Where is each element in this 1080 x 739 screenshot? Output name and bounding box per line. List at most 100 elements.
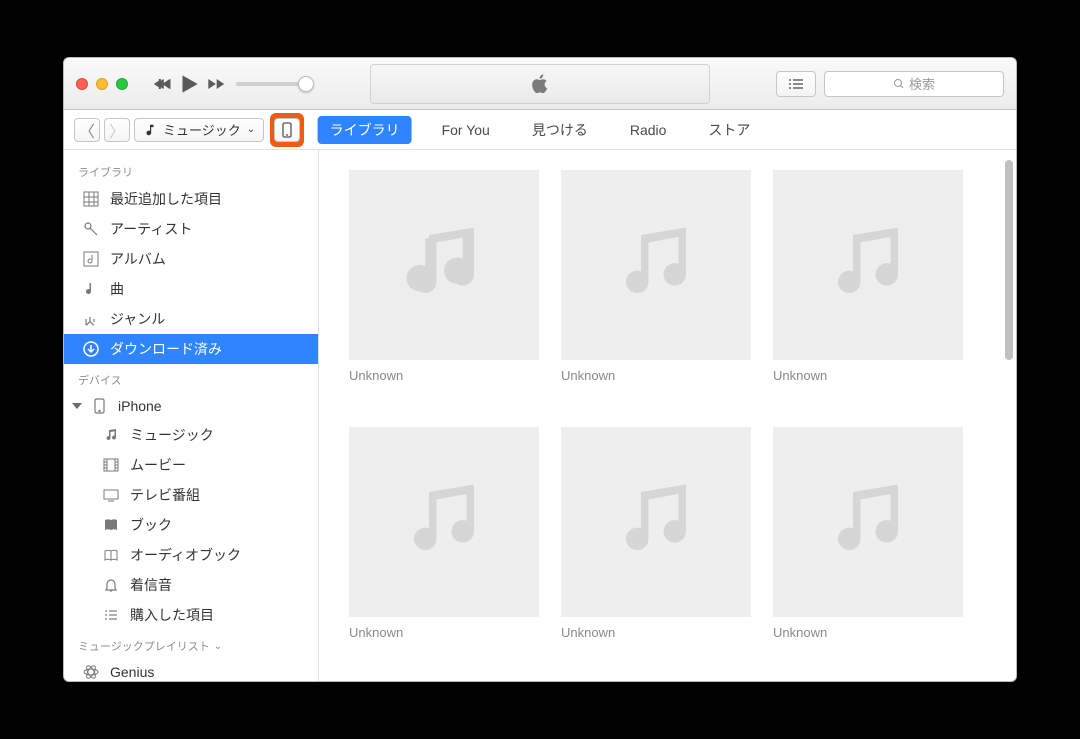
music-note-icon [823,477,913,567]
sidebar: ライブラリ 最近追加した項目 アーティスト アルバム 曲 ジャンル ダウンロード… [64,150,319,681]
album-cover [349,427,539,617]
sidebar-item-label: iPhone [118,398,162,414]
phone-icon [282,122,292,138]
sidebar-item-label: オーディオブック [130,545,241,565]
film-icon [102,456,120,474]
sidebar-item-artists[interactable]: アーティスト [64,214,318,244]
album-item[interactable]: Unknown [773,170,963,405]
music-note-icon [143,123,157,137]
sidebar-item-device-purchased[interactable]: 購入した項目 [64,600,318,630]
sidebar-item-recent[interactable]: 最近追加した項目 [64,184,318,214]
audiobook-icon [102,546,120,564]
media-type-label: ミュージック [163,120,241,139]
disclosure-triangle-icon[interactable] [72,403,82,409]
body: ライブラリ 最近追加した項目 アーティスト アルバム 曲 ジャンル ダウンロード… [64,150,1016,681]
album-grid: Unknown Unknown Unknown Unknown Unknown … [319,150,1016,681]
nav-tabs: ライブラリ For You 見つける Radio ストア [318,116,763,144]
tab-foryou[interactable]: For You [430,118,502,142]
window-controls [76,78,128,90]
chevron-updown-icon: ⌄ [247,124,255,135]
grid-icon [82,190,100,208]
media-type-selector[interactable]: ミュージック ⌄ [134,118,264,142]
guitar-icon [82,310,100,328]
sidebar-item-label: 最近追加した項目 [110,189,222,209]
phone-icon [90,397,108,415]
list-icon [788,78,804,90]
sidebar-header-playlists[interactable]: ミュージックプレイリスト ⌄ [64,630,318,658]
previous-button[interactable] [150,71,176,97]
sidebar-item-songs[interactable]: 曲 [64,274,318,304]
tab-library[interactable]: ライブラリ [318,116,412,144]
album-label: Unknown [561,368,751,383]
sidebar-item-label: 購入した項目 [130,605,214,625]
next-button[interactable] [202,71,228,97]
music-note-icon [399,477,489,567]
music-note-icon [611,477,701,567]
album-cover [773,170,963,360]
album-item[interactable]: Unknown [561,170,751,405]
atom-icon [82,663,100,681]
list-view-button[interactable] [776,71,816,97]
sidebar-item-genius[interactable]: Genius [64,658,318,681]
fullscreen-button[interactable] [116,78,128,90]
titlebar: 検索 [64,58,1016,110]
tab-radio[interactable]: Radio [618,118,679,142]
minimize-button[interactable] [96,78,108,90]
chevron-left-icon: 〈 [79,118,95,142]
album-label: Unknown [561,625,751,640]
sidebar-item-label: ブック [130,515,172,535]
music-note-icon [611,220,701,310]
album-label: Unknown [349,368,539,383]
music-note-icon [399,220,489,310]
sidebar-item-label: ダウンロード済み [110,339,222,359]
close-button[interactable] [76,78,88,90]
sidebar-item-label: テレビ番組 [130,485,200,505]
album-cover [561,170,751,360]
sidebar-item-albums[interactable]: アルバム [64,244,318,274]
sidebar-item-device-audiobooks[interactable]: オーディオブック [64,540,318,570]
chevron-down-icon: ⌄ [214,641,222,652]
sidebar-item-device-tv[interactable]: テレビ番組 [64,480,318,510]
album-item[interactable]: Unknown [561,427,751,662]
scrollbar[interactable] [1005,160,1013,360]
back-button[interactable]: 〈 [74,118,100,142]
album-label: Unknown [773,625,963,640]
apple-icon [529,73,551,95]
sidebar-item-device-music[interactable]: ミュージック [64,420,318,450]
sidebar-item-downloaded[interactable]: ダウンロード済み [64,334,318,364]
album-item[interactable]: Unknown [349,170,539,405]
album-cover [561,427,751,617]
sidebar-item-label: Genius [110,664,154,680]
sidebar-item-label: アルバム [110,249,166,269]
tv-icon [102,486,120,504]
sidebar-item-label: 着信音 [130,575,172,595]
sidebar-item-iphone[interactable]: iPhone [64,392,318,420]
sidebar-item-label: ムービー [130,455,186,475]
bell-icon [102,576,120,594]
download-icon [82,340,100,358]
sidebar-item-genres[interactable]: ジャンル [64,304,318,334]
tab-store[interactable]: ストア [696,116,762,144]
volume-slider[interactable] [236,82,308,86]
search-input[interactable]: 検索 [824,71,1004,97]
album-icon [82,250,100,268]
note-icon [102,426,120,444]
toolbar: 〈 〉 ミュージック ⌄ ライブラリ For You 見つける Radio スト… [64,110,1016,150]
sidebar-item-device-books[interactable]: ブック [64,510,318,540]
content-area: Unknown Unknown Unknown Unknown Unknown … [319,150,1016,681]
album-item[interactable]: Unknown [349,427,539,662]
play-button[interactable] [176,71,202,97]
sidebar-item-device-ringtones[interactable]: 着信音 [64,570,318,600]
forward-button[interactable]: 〉 [104,118,130,142]
album-label: Unknown [773,368,963,383]
album-item[interactable]: Unknown [773,427,963,662]
album-label: Unknown [349,625,539,640]
tab-browse[interactable]: 見つける [520,116,600,144]
sidebar-header-devices: デバイス [64,364,318,392]
sidebar-item-label: 曲 [110,279,124,299]
sidebar-item-device-movies[interactable]: ムービー [64,450,318,480]
device-button-highlight [270,113,304,147]
book-icon [102,516,120,534]
sidebar-header-library: ライブラリ [64,156,318,184]
device-button[interactable] [274,118,300,142]
